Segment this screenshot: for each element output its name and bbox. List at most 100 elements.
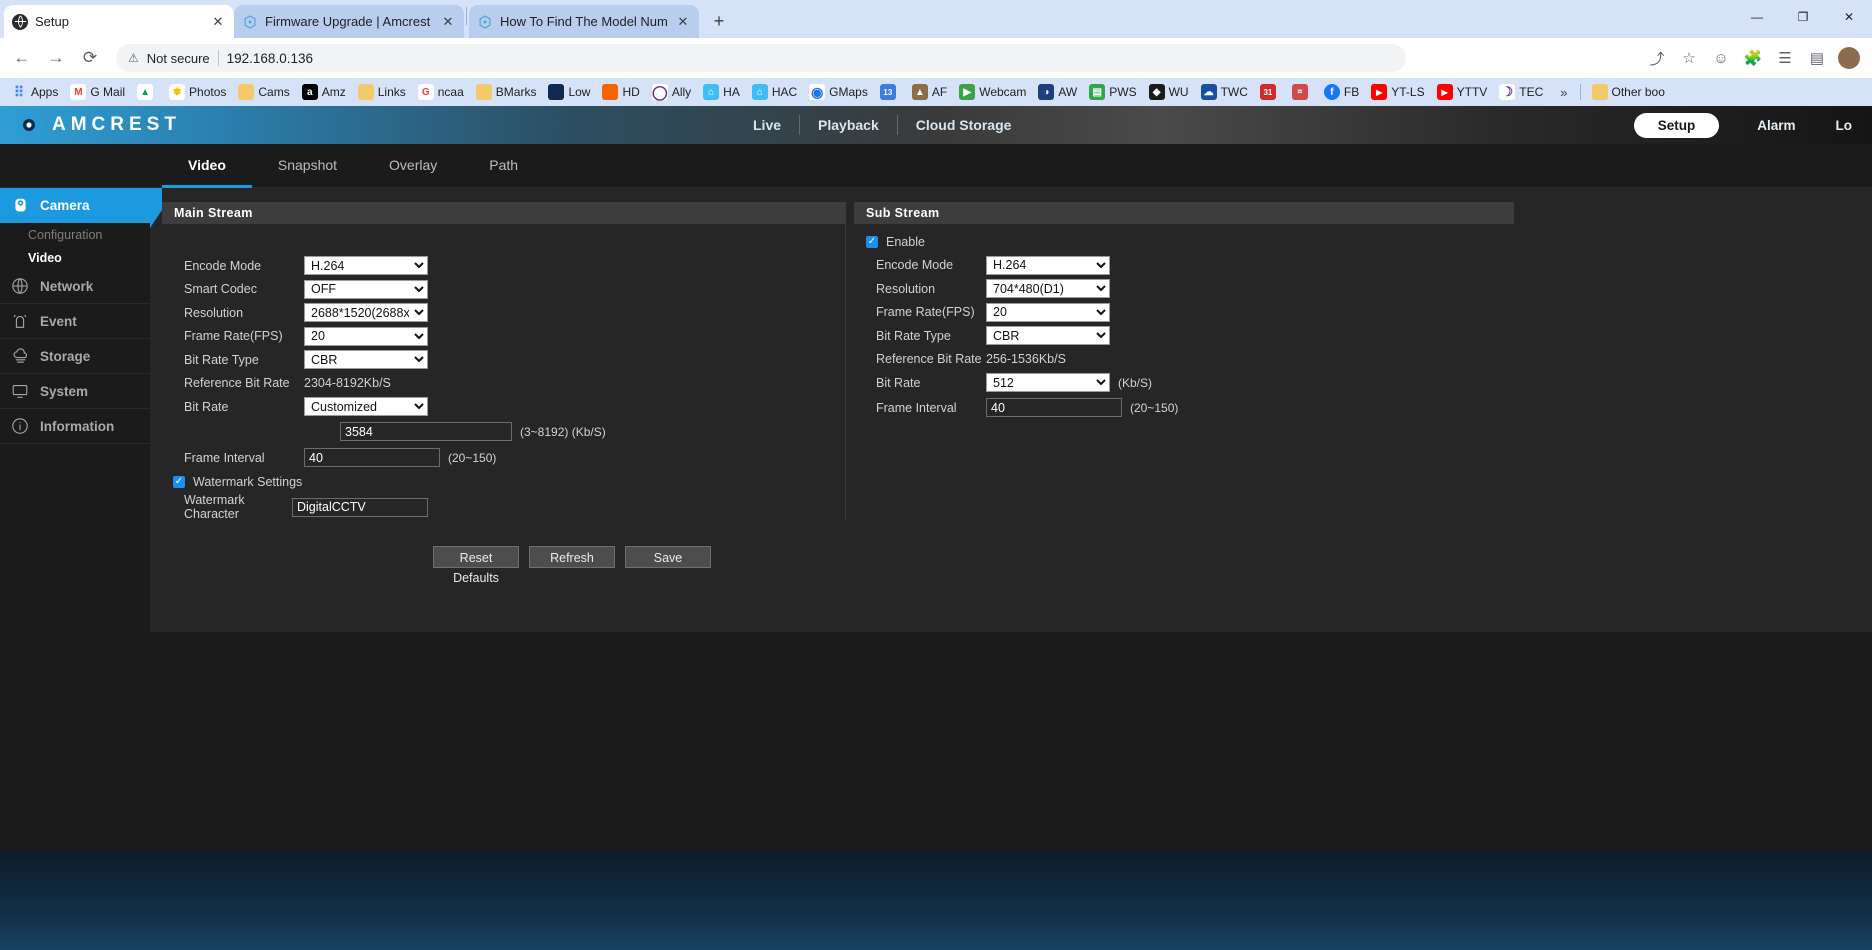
main-resolution-select[interactable]: 2688*1520(2688x1520): [304, 303, 428, 323]
main-frame-interval-input[interactable]: [304, 448, 440, 467]
bookmark-item[interactable]: ⌂ HA: [698, 82, 745, 102]
tab-overlay[interactable]: Overlay: [363, 144, 463, 188]
reading-list-icon[interactable]: ☰: [1774, 47, 1796, 69]
side-panel-icon[interactable]: ▤: [1806, 47, 1828, 69]
bookmark-item[interactable]: MG Mail: [65, 82, 130, 102]
main-encode-mode-select[interactable]: H.264: [304, 256, 428, 276]
reload-icon[interactable]: ⟳: [76, 44, 104, 72]
bookmark-item[interactable]: ✾ Photos: [164, 82, 231, 102]
sub-resolution-select[interactable]: 704*480(D1): [986, 279, 1110, 299]
bookmark-item[interactable]: ◆ WU: [1144, 82, 1194, 102]
sidebar-item-video[interactable]: Video: [0, 246, 150, 269]
tab-title: How To Find The Model Number: [500, 14, 668, 29]
share-icon[interactable]: ⤴: [1646, 47, 1668, 69]
bookmark-item[interactable]: ▶ YT-LS: [1366, 82, 1429, 102]
sidebar-item-system[interactable]: System: [0, 374, 150, 409]
main-bit-rate-custom-input[interactable]: [340, 422, 512, 441]
window-close-button[interactable]: ✕: [1826, 0, 1872, 34]
close-icon[interactable]: ✕: [440, 14, 456, 30]
sub-frame-rate-label: Frame Rate(FPS): [876, 305, 975, 320]
close-icon[interactable]: ✕: [210, 14, 226, 30]
avatar[interactable]: [1838, 47, 1860, 69]
url-text[interactable]: 192.168.0.136: [227, 51, 313, 66]
sidebar-item-information[interactable]: Information: [0, 409, 150, 444]
nav-live[interactable]: Live: [735, 106, 799, 144]
profile-smiley-icon[interactable]: ☺: [1710, 47, 1732, 69]
back-icon[interactable]: ←: [8, 44, 36, 72]
reset-defaults-button[interactable]: Reset Defaults: [433, 546, 519, 585]
sub-frame-rate-select[interactable]: 20: [986, 302, 1110, 322]
watermark-character-input[interactable]: [292, 497, 428, 517]
browser-tab-1[interactable]: Firmware Upgrade | Amcrest Tec ✕: [234, 5, 464, 38]
bookmark-item[interactable]: Low: [543, 82, 595, 102]
tab-title: Firmware Upgrade | Amcrest Tec: [265, 14, 433, 29]
bookmark-item[interactable]: ▶ YTTV: [1432, 82, 1493, 102]
omnibox-icon-group: ⤴ ☆ ☺ 🧩 ☰ ▤: [1646, 47, 1864, 69]
new-tab-button[interactable]: +: [705, 7, 733, 35]
bookmark-item[interactable]: f FB: [1319, 82, 1364, 102]
bookmark-item[interactable]: ◯ Ally: [647, 82, 696, 102]
sub-bit-rate-select[interactable]: 512: [986, 373, 1110, 393]
sidebar-item-storage[interactable]: Storage: [0, 339, 150, 374]
tab-video[interactable]: Video: [162, 144, 252, 188]
sub-stream-enable-checkbox[interactable]: [866, 235, 878, 248]
bookmark-item[interactable]: HD: [597, 82, 644, 102]
bookmark-item[interactable]: Links: [353, 82, 411, 102]
bookmark-item[interactable]: ⌗: [1287, 82, 1317, 102]
sub-bit-rate-type-select[interactable]: CBR: [986, 326, 1110, 346]
browser-tab-0[interactable]: Setup ✕: [4, 5, 234, 38]
sidebar-item-camera[interactable]: Camera: [0, 188, 150, 223]
sub-frame-interval-input[interactable]: [986, 398, 1122, 417]
bookmark-item[interactable]: 31: [1255, 82, 1285, 102]
sidebar-item-event[interactable]: Event: [0, 304, 150, 339]
main-bit-rate-type-select[interactable]: CBR: [304, 350, 428, 370]
forward-icon[interactable]: →: [42, 44, 70, 72]
bookmark-item[interactable]: ⌂ HAC: [747, 82, 802, 102]
main-frame-rate-select[interactable]: 20: [304, 326, 428, 346]
address-bar[interactable]: ⚠ Not secure 192.168.0.136: [116, 44, 1406, 72]
sub-encode-mode-select[interactable]: H.264: [986, 255, 1110, 275]
bookmark-item[interactable]: ▲: [132, 82, 162, 102]
sub-resolution-row: Resolution 704*480(D1): [854, 277, 1534, 301]
bookmark-item[interactable]: ◑ AW: [1033, 82, 1082, 102]
tab-snapshot[interactable]: Snapshot: [252, 144, 363, 188]
bookmark-item[interactable]: ⠿ Apps: [6, 82, 63, 102]
browser-tab-2[interactable]: How To Find The Model Number ✕: [469, 5, 699, 38]
bookmark-item[interactable]: ☁ TWC: [1196, 82, 1253, 102]
nav-logout[interactable]: Lo: [1816, 118, 1872, 133]
security-label[interactable]: Not secure: [147, 51, 210, 66]
minimize-button[interactable]: —: [1734, 0, 1780, 34]
brand-logo[interactable]: AMCREST: [0, 111, 181, 140]
main-smart-codec-select[interactable]: OFF: [304, 279, 428, 299]
refresh-button[interactable]: Refresh: [529, 546, 615, 568]
nav-setup-active[interactable]: Setup: [1633, 112, 1720, 138]
nav-playback[interactable]: Playback: [800, 106, 897, 144]
bookmark-item[interactable]: Gncaa: [413, 82, 469, 102]
bookmark-item[interactable]: a Amz: [297, 82, 351, 102]
bookmark-item[interactable]: ◉ GMaps: [804, 82, 873, 102]
maximize-button[interactable]: ❐: [1780, 0, 1826, 34]
bookmark-item[interactable]: ▲ AF: [907, 82, 952, 102]
extensions-puzzle-icon[interactable]: 🧩: [1742, 47, 1764, 69]
bookmark-star-icon[interactable]: ☆: [1678, 47, 1700, 69]
main-watermark-settings-row[interactable]: Watermark Settings: [173, 471, 845, 495]
other-bookmarks-button[interactable]: Other boo: [1587, 82, 1670, 102]
bookmarks-overflow-button[interactable]: »: [1554, 85, 1573, 100]
bookmark-item[interactable]: BMarks: [471, 82, 542, 102]
bookmark-item[interactable]: Cams: [233, 82, 294, 102]
bookmark-item[interactable]: 13: [875, 82, 905, 102]
nav-cloud-storage[interactable]: Cloud Storage: [898, 106, 1030, 144]
sidebar-item-configuration[interactable]: Configuration: [0, 223, 150, 246]
close-icon[interactable]: ✕: [675, 14, 691, 30]
bookmark-item[interactable]: ▶ Webcam: [954, 82, 1031, 102]
bookmark-item[interactable]: ☽ TEC: [1494, 82, 1548, 102]
watermark-settings-checkbox[interactable]: [173, 476, 185, 489]
bookmark-item[interactable]: ▤ PWS: [1084, 82, 1141, 102]
sub-enable-row[interactable]: Enable: [866, 230, 1534, 254]
sidebar-item-network[interactable]: Network: [0, 269, 150, 304]
main-bit-rate-select[interactable]: Customized: [304, 397, 428, 417]
tab-path[interactable]: Path: [463, 144, 544, 188]
save-button[interactable]: Save: [625, 546, 711, 568]
sub-encode-mode-row: Encode Mode H.264: [854, 254, 1534, 278]
nav-alarm[interactable]: Alarm: [1737, 118, 1815, 133]
